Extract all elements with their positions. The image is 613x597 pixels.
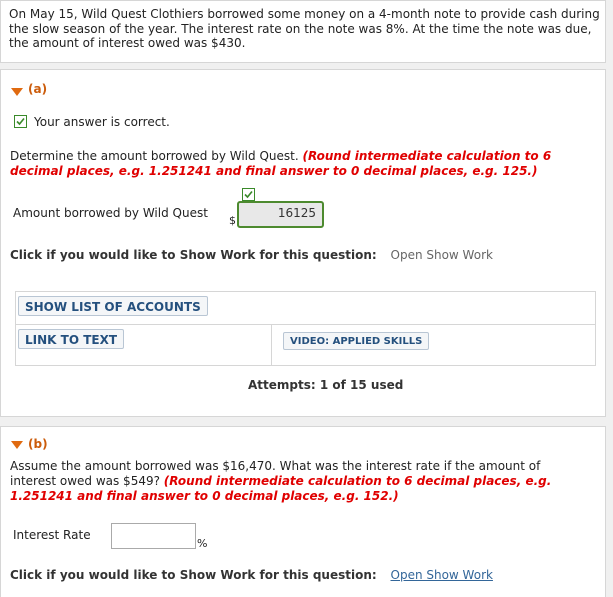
amount-borrowed-label: Amount borrowed by Wild Quest — [13, 206, 208, 220]
answer-status: Your answer is correct. — [34, 115, 170, 129]
resources-table: SHOW LIST OF ACCOUNTS LINK TO TEXT VIDEO… — [15, 291, 596, 366]
field-correct-check-icon — [242, 188, 255, 201]
interest-rate-input[interactable] — [111, 523, 196, 549]
percent-unit: % — [197, 537, 208, 550]
part-a-label: (a) — [28, 82, 48, 96]
part-b-show-work-row: Click if you would like to Show Work for… — [10, 568, 493, 582]
part-a-show-work-row: Click if you would like to Show Work for… — [10, 248, 493, 262]
part-b-toggle[interactable] — [11, 441, 23, 449]
currency-symbol: $ — [229, 214, 236, 227]
collapse-triangle-icon — [11, 88, 23, 96]
problem-statement: On May 15, Wild Quest Clothiers borrowed… — [9, 7, 600, 50]
open-show-work-link[interactable]: Open Show Work — [391, 248, 493, 262]
interest-rate-label: Interest Rate — [13, 528, 91, 542]
show-list-of-accounts-button[interactable]: SHOW LIST OF ACCOUNTS — [18, 296, 208, 316]
amount-borrowed-input[interactable]: 16125 — [237, 201, 324, 228]
instruction-text: Determine the amount borrowed by Wild Qu… — [10, 149, 299, 163]
collapse-triangle-icon — [11, 441, 23, 449]
table-divider-vertical — [271, 324, 272, 366]
link-to-text-button[interactable]: LINK TO TEXT — [18, 329, 125, 349]
video-applied-skills-button[interactable]: VIDEO: APPLIED SKILLS — [283, 332, 430, 350]
part-b-instruction: Assume the amount borrowed was $16,470. … — [10, 459, 570, 504]
open-show-work-link[interactable]: Open Show Work — [391, 568, 493, 582]
show-work-prompt: Click if you would like to Show Work for… — [10, 568, 377, 582]
part-a-toggle[interactable] — [11, 88, 23, 96]
part-a-instruction: Determine the amount borrowed by Wild Qu… — [10, 149, 590, 179]
table-divider — [16, 324, 595, 325]
part-b-label: (b) — [28, 437, 48, 451]
show-work-prompt: Click if you would like to Show Work for… — [10, 248, 377, 262]
part-b-panel: (b) Assume the amount borrowed was $16,4… — [0, 426, 606, 597]
problem-panel: On May 15, Wild Quest Clothiers borrowed… — [0, 0, 606, 63]
correct-check-icon — [14, 115, 27, 128]
attempts-counter: Attempts: 1 of 15 used — [248, 378, 404, 392]
